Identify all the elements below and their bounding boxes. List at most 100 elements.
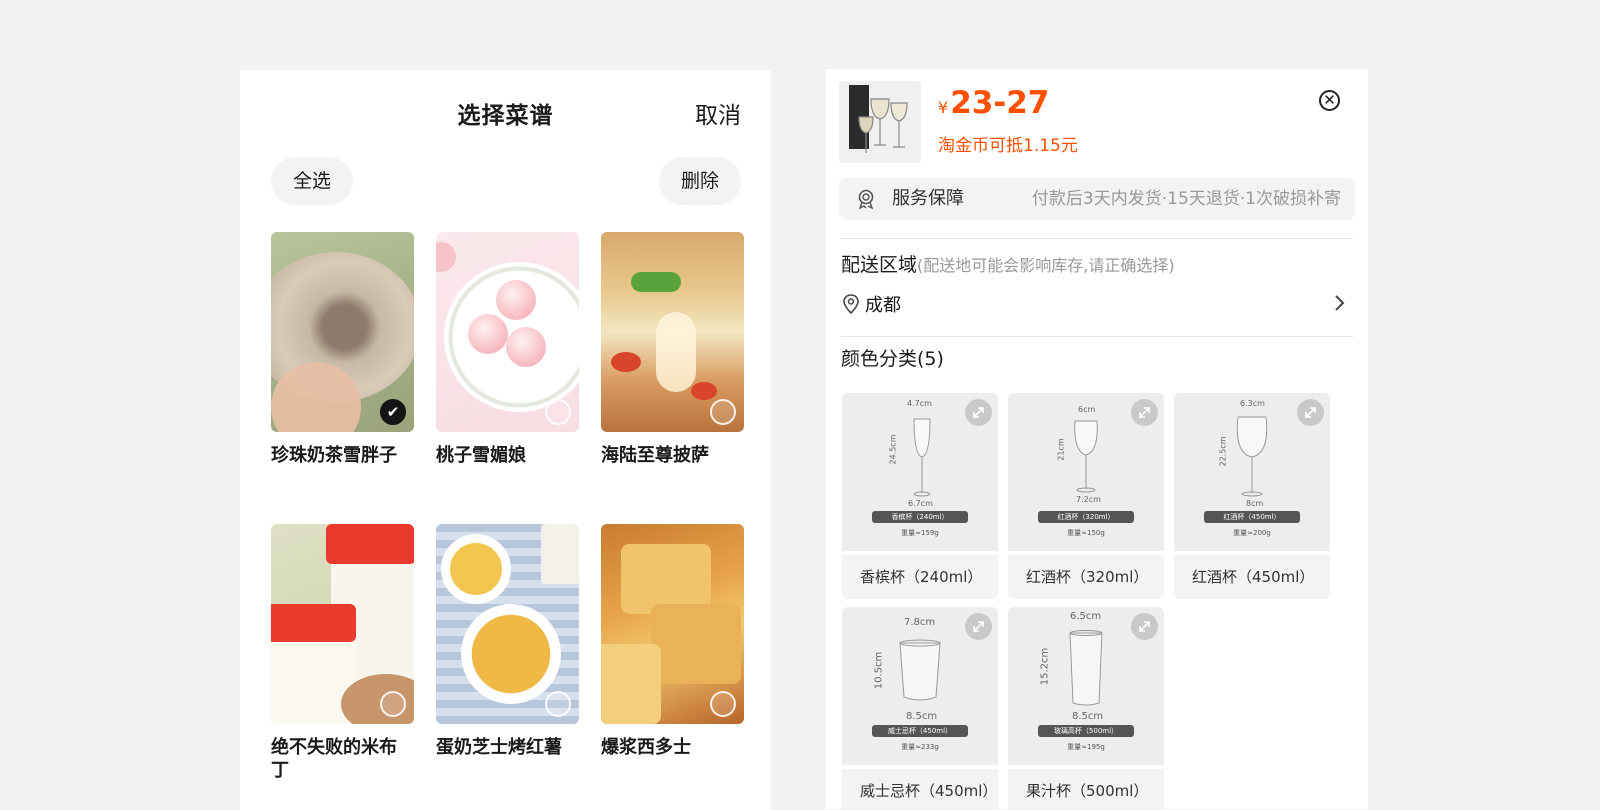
product-thumbnail: [839, 81, 921, 163]
price-range: ¥23-27: [938, 85, 1049, 121]
dim-base: 8.5cm: [1072, 711, 1104, 722]
wine-glass-large-icon: [1236, 416, 1268, 497]
recipe-image-pizza: [601, 232, 744, 432]
divider: [841, 336, 1353, 337]
recipe-name: 绝不失败的米布丁: [271, 737, 397, 781]
delivery-area-hint: (配送地可能会影响库存,请正确选择): [917, 256, 1175, 275]
select-all-button[interactable]: 全选: [271, 157, 354, 205]
recipe-panel-header: 选择菜谱 取消: [240, 70, 771, 154]
variant-image: 6cm 21cm 7.2cm 红酒杯（320ml） 重量≈150g: [1008, 393, 1164, 551]
variant-tag: 玻璃高杯（500ml）: [1038, 725, 1134, 737]
recipe-image-pudding: [271, 524, 414, 724]
dim-base: 8cm: [1246, 499, 1264, 508]
variant-tag: 红酒杯（450ml）: [1204, 511, 1300, 523]
recipe-name: 桃子雪媚娘: [436, 445, 526, 466]
dim-top: 7.8cm: [904, 617, 936, 628]
expand-icon[interactable]: [965, 613, 992, 640]
unselected-check-icon[interactable]: [710, 399, 736, 425]
variant-weight: 重量≈150g: [1067, 529, 1105, 537]
unselected-check-icon[interactable]: [545, 691, 571, 717]
dim-side: 22.5cm: [1218, 436, 1228, 467]
wine-glass-icon: [1074, 420, 1098, 493]
variant-option[interactable]: 6.5cm 15.2cm 8.5cm 玻璃高杯（500ml） 重量≈195g 果…: [1008, 607, 1164, 809]
coin-discount: 淘金币可抵1.15元: [938, 136, 1078, 156]
variant-option[interactable]: 7.8cm 10.5cm 8.5cm 威士忌杯（450ml） 重量≈233g 威…: [842, 607, 998, 809]
dim-side: 24.5cm: [888, 434, 898, 465]
service-guarantee-bar[interactable]: 服务保障 付款后3天内发货·15天退货·1次破损补寄: [839, 178, 1355, 220]
cancel-button[interactable]: 取消: [695, 96, 741, 130]
variant-option[interactable]: 6cm 21cm 7.2cm 红酒杯（320ml） 重量≈150g 红酒杯（32…: [1008, 393, 1164, 599]
recipe-image-bun: ✔: [271, 232, 414, 432]
variant-label: 红酒杯（320ml）: [1008, 555, 1164, 599]
dim-base: 8.5cm: [906, 711, 938, 722]
divider: [841, 238, 1353, 239]
selected-check-icon[interactable]: ✔: [380, 399, 406, 425]
variant-option[interactable]: 6.3cm 22.5cm 8cm 红酒杯（450ml） 重量≈200g 红酒杯（…: [1174, 393, 1330, 599]
variant-label: 香槟杯（240ml）: [842, 555, 998, 599]
expand-icon[interactable]: [1297, 399, 1324, 426]
page-title: 选择菜谱: [457, 103, 554, 129]
whisky-glass-icon: [899, 639, 941, 701]
delivery-city: 成都: [865, 295, 901, 316]
variant-image: 7.8cm 10.5cm 8.5cm 威士忌杯（450ml） 重量≈233g: [842, 607, 998, 765]
expand-icon[interactable]: [1131, 613, 1158, 640]
recipe-grid: ✔ 珍珠奶茶雪胖子 桃子雪媚娘 海陆至尊披萨 绝不失败的米布丁 蛋奶芝士烤红薯 …: [271, 232, 745, 810]
service-label: 服务保障: [892, 188, 964, 209]
variant-label: 威士忌杯（450ml）: [842, 769, 998, 809]
close-icon[interactable]: ✕: [1319, 90, 1340, 111]
currency-symbol: ¥: [938, 98, 949, 117]
variant-weight: 重量≈200g: [1233, 529, 1271, 537]
dim-top: 4.7cm: [907, 399, 932, 408]
variant-option[interactable]: 4.7cm 24.5cm 6.7cm 香槟杯（240ml） 重量≈159g 香槟…: [842, 393, 998, 599]
chevron-right-icon: [1335, 295, 1345, 311]
variant-image: 6.3cm 22.5cm 8cm 红酒杯（450ml） 重量≈200g: [1174, 393, 1330, 551]
sku-select-panel: ¥23-27 淘金币可抵1.15元 ✕ 服务保障 付款后3天内发货·15天退货·…: [826, 69, 1368, 809]
variant-tag: 香槟杯（240ml）: [872, 511, 968, 523]
expand-icon[interactable]: [965, 399, 992, 426]
badge-icon: [858, 189, 874, 210]
variant-image: 4.7cm 24.5cm 6.7cm 香槟杯（240ml） 重量≈159g: [842, 393, 998, 551]
recipe-name: 海陆至尊披萨: [601, 445, 709, 466]
recipe-card[interactable]: 海陆至尊披萨: [601, 232, 744, 524]
color-category-title: 颜色分类(5): [841, 348, 944, 370]
delivery-location-row[interactable]: 成都: [841, 289, 1353, 321]
champagne-glass-icon: [913, 418, 931, 497]
recipe-name: 珍珠奶茶雪胖子: [271, 445, 397, 466]
recipe-image-french-toast: [601, 524, 744, 724]
dim-base: 6.7cm: [908, 499, 933, 508]
recipe-card[interactable]: ✔ 珍珠奶茶雪胖子: [271, 232, 414, 524]
tall-glass-icon: [1069, 630, 1103, 706]
unselected-check-icon[interactable]: [545, 399, 571, 425]
recipe-image-peach: [436, 232, 579, 432]
variant-image: 6.5cm 15.2cm 8.5cm 玻璃高杯（500ml） 重量≈195g: [1008, 607, 1164, 765]
dim-top: 6.5cm: [1070, 611, 1102, 622]
variant-tag: 威士忌杯（450ml）: [872, 725, 968, 737]
variant-label: 红酒杯（450ml）: [1174, 555, 1330, 599]
recipe-card[interactable]: 绝不失败的米布丁: [271, 524, 414, 810]
recipe-card[interactable]: 桃子雪媚娘: [436, 232, 579, 524]
delivery-area-title: 配送区域(配送地可能会影响库存,请正确选择): [841, 250, 1175, 277]
recipe-name: 爆浆西多士: [601, 737, 691, 758]
dim-top: 6cm: [1078, 405, 1096, 414]
delivery-area-label: 配送区域: [841, 254, 918, 276]
variant-weight: 重量≈159g: [901, 529, 939, 537]
variant-weight: 重量≈195g: [1067, 743, 1105, 751]
variant-grid: 4.7cm 24.5cm 6.7cm 香槟杯（240ml） 重量≈159g 香槟…: [842, 393, 1330, 809]
recipe-card[interactable]: 爆浆西多士: [601, 524, 744, 810]
variant-weight: 重量≈233g: [901, 743, 939, 751]
unselected-check-icon[interactable]: [710, 691, 736, 717]
variant-tag: 红酒杯（320ml）: [1038, 511, 1134, 523]
recipe-name: 蛋奶芝士烤红薯: [436, 737, 562, 758]
expand-icon[interactable]: [1131, 399, 1158, 426]
dim-side: 10.5cm: [873, 651, 885, 690]
dim-top: 6.3cm: [1240, 399, 1265, 408]
recipe-select-panel: 选择菜谱 取消 全选 删除 ✔ 珍珠奶茶雪胖子 桃子雪媚娘 海陆至尊披萨 绝不失…: [240, 70, 771, 810]
recipe-image-sweet-potato: [436, 524, 579, 724]
price-value: 23-27: [950, 85, 1050, 121]
service-desc: 付款后3天内发货·15天退货·1次破损补寄: [1031, 189, 1341, 209]
unselected-check-icon[interactable]: [380, 691, 406, 717]
dim-side: 21cm: [1056, 438, 1066, 461]
delete-button[interactable]: 删除: [658, 157, 741, 205]
dim-side: 15.2cm: [1039, 647, 1051, 686]
recipe-card[interactable]: 蛋奶芝士烤红薯: [436, 524, 579, 810]
